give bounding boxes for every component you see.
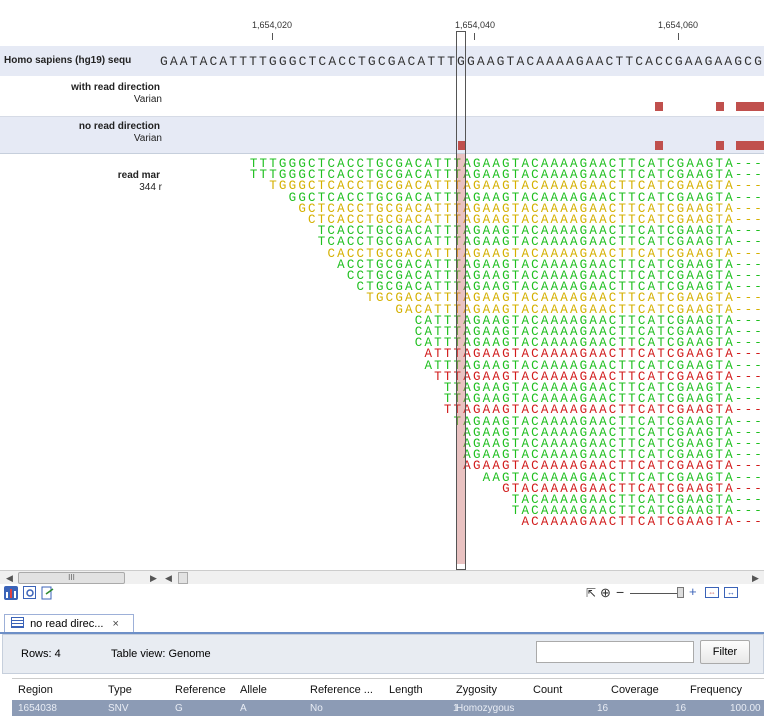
variant-track-with-direction[interactable]: with read direction Varian bbox=[0, 76, 764, 117]
track-title: read mar bbox=[117, 170, 160, 181]
track-subtitle: Varian bbox=[133, 94, 162, 105]
view-toolbar: ⇱ ⊕ − + ⇔ ↔ bbox=[0, 584, 764, 604]
table-icon bbox=[11, 617, 24, 628]
pointer-icon[interactable]: ⇱ bbox=[586, 586, 596, 600]
horizontal-scrollbar[interactable]: ◀ III ▶ ◀ ▶ bbox=[0, 570, 764, 584]
table-cell: A bbox=[240, 703, 247, 714]
tab-no-read-direction[interactable]: no read direc... × bbox=[4, 614, 134, 632]
filter-input[interactable] bbox=[536, 641, 694, 663]
ruler-tick-label: 1,654,040 bbox=[454, 20, 496, 30]
track-title: with read direction bbox=[71, 82, 160, 93]
track-subtitle: Varian bbox=[133, 133, 162, 144]
table-cell: Homozygous bbox=[456, 703, 515, 714]
table-cell: 1654038 bbox=[18, 703, 57, 714]
read-sequence[interactable]: ACAAAAGAACTTCATCGAAGTA--- bbox=[521, 516, 764, 529]
row-count: Rows: 4 bbox=[21, 648, 61, 660]
scroll-thumb-small[interactable] bbox=[178, 572, 188, 584]
selection-highlight bbox=[457, 154, 465, 564]
ruler-tick bbox=[474, 33, 475, 40]
settings-icon[interactable] bbox=[23, 586, 36, 599]
close-icon[interactable]: × bbox=[113, 618, 119, 630]
variant-mark[interactable] bbox=[716, 141, 724, 150]
scroll-right-icon[interactable]: ▶ bbox=[150, 573, 157, 584]
variant-track-no-direction[interactable]: no read direction Varian bbox=[0, 117, 764, 154]
table-cell: SNV bbox=[108, 703, 129, 714]
table-row[interactable]: 1654038 SNV G A No 1 Homozygous 16 16 10… bbox=[12, 700, 764, 716]
track-title: no read direction bbox=[78, 121, 160, 132]
table-cell: G bbox=[175, 703, 183, 714]
variant-mark[interactable] bbox=[655, 141, 663, 150]
fit-sequence-icon[interactable]: ↔ bbox=[724, 587, 738, 598]
scroll-left-icon[interactable]: ◀ bbox=[165, 573, 172, 584]
zoom-plus-icon[interactable]: + bbox=[689, 584, 697, 599]
variant-mark[interactable] bbox=[655, 102, 663, 111]
zoom-out-icon[interactable]: − bbox=[616, 584, 624, 600]
ruler-tick-label: 1,654,060 bbox=[657, 20, 699, 30]
zoom-slider-handle[interactable] bbox=[677, 587, 684, 598]
variant-mark[interactable] bbox=[736, 141, 764, 150]
fit-width-icon[interactable]: ⇔ bbox=[705, 587, 719, 598]
table-cell: No bbox=[310, 703, 323, 714]
ruler-tick bbox=[272, 33, 273, 40]
scroll-thumb[interactable]: III bbox=[18, 572, 125, 584]
ruler-tick-label: 1,654,020 bbox=[251, 20, 293, 30]
zoom-slider-track[interactable] bbox=[630, 593, 682, 594]
variant-mark[interactable] bbox=[736, 102, 764, 111]
tab-label: no read direc... bbox=[30, 618, 104, 630]
bar-chart-icon[interactable] bbox=[4, 586, 18, 600]
table-panel-header: Rows: 4 Table view: Genome Filter bbox=[2, 634, 764, 674]
table-cell: 16 bbox=[597, 703, 609, 714]
reference-label: Homo sapiens (hg19) sequ bbox=[4, 55, 132, 66]
track-subtitle: 344 r bbox=[139, 182, 162, 193]
export-icon[interactable] bbox=[41, 586, 54, 600]
table-view-label: Table view: Genome bbox=[111, 648, 211, 660]
reference-sequence-track[interactable]: Homo sapiens (hg19) sequ GAATACATTTTGGGC… bbox=[0, 46, 764, 76]
table-cell: 100.00 bbox=[730, 703, 761, 714]
read-mapping-track[interactable]: read mar 344 r TTTGGGCTCACCTGCGACATTTAGA… bbox=[0, 154, 764, 570]
scroll-right-icon[interactable]: ▶ bbox=[752, 573, 759, 584]
zoom-in-icon[interactable]: ⊕ bbox=[600, 585, 611, 601]
scroll-left-icon[interactable]: ◀ bbox=[6, 573, 13, 584]
filter-button[interactable]: Filter bbox=[700, 640, 750, 664]
position-ruler: 1,654,020 1,654,040 1,654,060 bbox=[0, 0, 764, 46]
table-cell: 16 bbox=[675, 703, 687, 714]
ruler-tick bbox=[678, 33, 679, 40]
variant-mark[interactable] bbox=[716, 102, 724, 111]
